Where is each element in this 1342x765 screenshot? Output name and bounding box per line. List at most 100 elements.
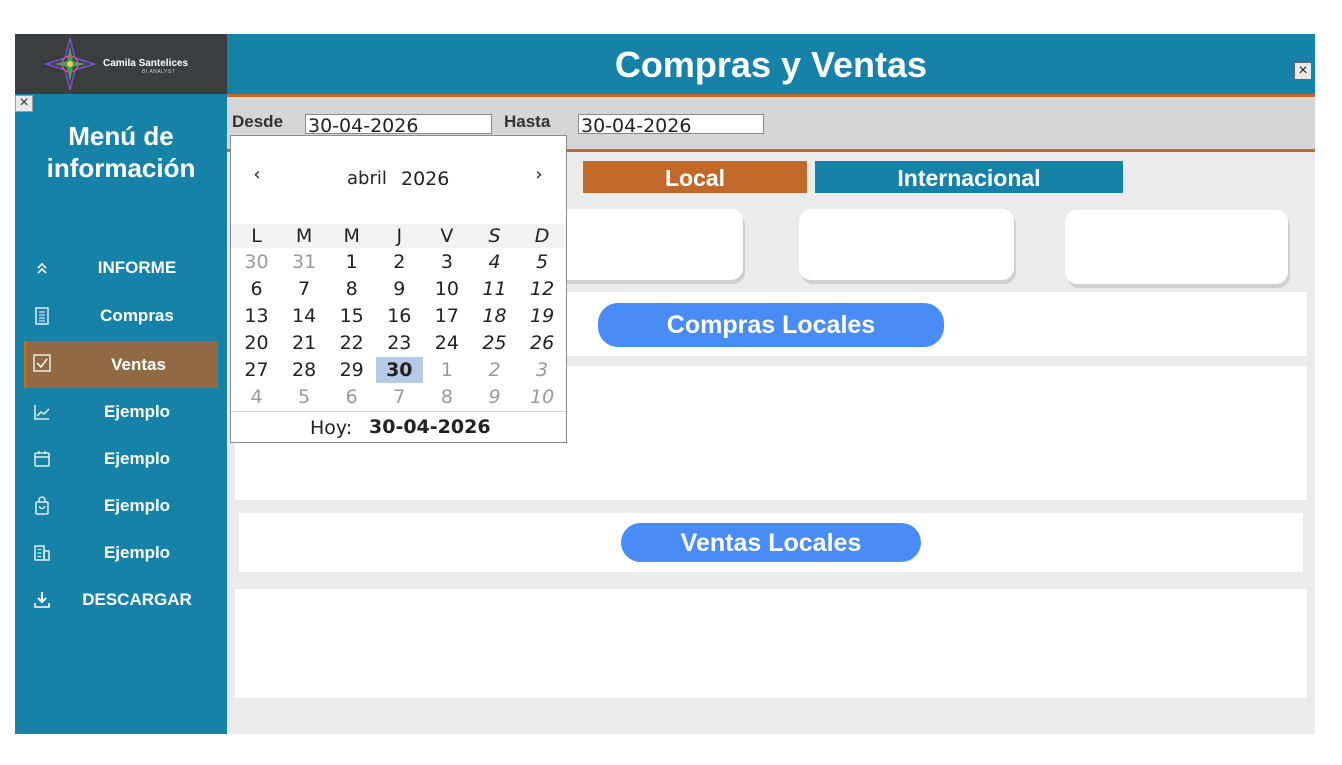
weekday-label: S bbox=[488, 225, 501, 247]
close-icon[interactable]: × bbox=[1294, 62, 1312, 80]
calendar-day[interactable]: 30 bbox=[233, 249, 280, 275]
calendar-day[interactable]: 22 bbox=[328, 330, 375, 356]
sidebar-item-informe[interactable]: INFORME bbox=[24, 246, 218, 290]
sales-panel bbox=[235, 589, 1307, 698]
calendar-day[interactable]: 16 bbox=[376, 303, 423, 329]
sidebar-item-label: INFORME bbox=[97, 258, 177, 277]
calendar-day[interactable]: 27 bbox=[233, 357, 280, 383]
prev-month-button[interactable]: ‹ bbox=[247, 164, 267, 185]
weekday-label: J bbox=[396, 225, 403, 247]
calendar-day[interactable]: 3 bbox=[519, 357, 566, 383]
building-icon bbox=[34, 545, 50, 561]
tab-internacional[interactable]: Internacional bbox=[815, 161, 1123, 193]
calendar-icon bbox=[34, 451, 50, 467]
calendar-day[interactable]: 2 bbox=[471, 357, 518, 383]
document-icon bbox=[35, 307, 49, 325]
calendar-day[interactable]: 20 bbox=[233, 330, 280, 356]
menu-title-line2: información bbox=[46, 153, 196, 183]
brand-name: Camila Santelices bbox=[103, 58, 189, 69]
calendar-day[interactable]: 6 bbox=[328, 384, 375, 410]
calendar-day[interactable]: 26 bbox=[519, 330, 566, 356]
menu-title: Menú de información bbox=[15, 120, 227, 184]
calendar-year[interactable]: 2026 bbox=[401, 168, 449, 190]
calendar-day[interactable]: 14 bbox=[281, 303, 328, 329]
calendar-month[interactable]: abril bbox=[347, 168, 387, 189]
calendar-day[interactable]: 9 bbox=[471, 384, 518, 410]
sidebar-item-label: Compras bbox=[100, 306, 174, 325]
chevrons-up-icon bbox=[37, 262, 47, 274]
sidebar-item-label: Ejemplo bbox=[103, 496, 171, 515]
calendar-day[interactable]: 13 bbox=[233, 303, 280, 329]
sidebar-item-label: DESCARGAR bbox=[82, 590, 192, 609]
kpi-card-2 bbox=[799, 209, 1014, 280]
sidebar-item-compras[interactable]: Compras bbox=[24, 294, 218, 338]
calendar-day[interactable]: 10 bbox=[519, 384, 566, 410]
calendar-day[interactable]: 9 bbox=[376, 276, 423, 302]
calendar-day[interactable]: 17 bbox=[423, 303, 470, 329]
page-title: Compras y Ventas bbox=[614, 44, 928, 85]
calendar-day[interactable]: 30 bbox=[375, 357, 423, 383]
sidebar-item-label: Ejemplo bbox=[103, 449, 171, 468]
calendar-day[interactable]: 21 bbox=[281, 330, 328, 356]
calendar-footer-divider bbox=[231, 411, 566, 412]
calendar-day[interactable]: 1 bbox=[328, 249, 375, 275]
calendar-day[interactable]: 28 bbox=[281, 357, 328, 383]
calendar-day[interactable]: 29 bbox=[328, 357, 375, 383]
next-month-button[interactable]: › bbox=[529, 164, 549, 185]
calendar-day[interactable]: 19 bbox=[519, 303, 566, 329]
to-date-label: Hasta bbox=[504, 112, 551, 131]
menu-title-line1: Menú de bbox=[68, 121, 174, 151]
line-chart-icon bbox=[34, 405, 50, 420]
weekday-label: D bbox=[534, 225, 550, 247]
weekday-label: L bbox=[251, 225, 262, 247]
calendar-day[interactable]: 10 bbox=[423, 276, 470, 302]
brand-subtitle: BI ANALYST bbox=[142, 69, 176, 75]
sidebar-item-ejemplo-building[interactable]: Ejemplo bbox=[24, 531, 218, 575]
sidebar-item-label: Ventas bbox=[111, 355, 166, 374]
tab-local[interactable]: Local bbox=[583, 161, 807, 193]
sidebar-item-label: Ejemplo bbox=[103, 402, 171, 421]
calendar-day[interactable]: 7 bbox=[281, 276, 328, 302]
sales-section-title: Ventas Locales bbox=[621, 523, 921, 562]
shopping-bag-icon bbox=[35, 496, 49, 515]
sidebar-item-descargar[interactable]: DESCARGAR bbox=[24, 578, 218, 622]
sidebar-item-label: Ejemplo bbox=[103, 543, 171, 562]
calendar-day[interactable]: 3 bbox=[423, 249, 470, 275]
calendar-day[interactable]: 5 bbox=[281, 384, 328, 410]
weekday-label: V bbox=[440, 225, 454, 247]
today-value[interactable]: 30-04-2026 bbox=[369, 416, 491, 438]
calendar-day[interactable]: 8 bbox=[328, 276, 375, 302]
calendar-day[interactable]: 25 bbox=[471, 330, 518, 356]
to-date-input[interactable]: 30-04-2026 bbox=[578, 114, 764, 137]
calendar-day[interactable]: 4 bbox=[233, 384, 280, 410]
sidebar-item-ejemplo-chart[interactable]: Ejemplo bbox=[24, 390, 218, 434]
from-date-input[interactable]: 30-04-2026 bbox=[305, 114, 492, 137]
calendar-day[interactable]: 18 bbox=[471, 303, 518, 329]
calendar-day[interactable]: 6 bbox=[233, 276, 280, 302]
calendar-day[interactable]: 23 bbox=[376, 330, 423, 356]
today-label: Hoy: bbox=[310, 417, 353, 439]
from-date-label: Desde bbox=[232, 112, 284, 131]
sidebar-close-icon[interactable]: × bbox=[15, 95, 33, 112]
calendar-day[interactable]: 15 bbox=[328, 303, 375, 329]
calendar-day[interactable]: 7 bbox=[376, 384, 423, 410]
download-icon bbox=[34, 592, 50, 608]
weekday-label: M bbox=[295, 225, 313, 247]
weekday-label: M bbox=[343, 225, 360, 247]
sidebar-item-ejemplo-bag[interactable]: Ejemplo bbox=[24, 484, 218, 528]
sidebar-item-ejemplo-calendar[interactable]: Ejemplo bbox=[24, 437, 218, 481]
calendar-day[interactable]: 2 bbox=[376, 249, 423, 275]
calendar-day[interactable]: 11 bbox=[471, 276, 518, 302]
calendar-day[interactable]: 5 bbox=[519, 249, 566, 275]
calendar-day[interactable]: 4 bbox=[471, 249, 518, 275]
calendar-day[interactable]: 24 bbox=[423, 330, 470, 356]
calendar-day[interactable]: 1 bbox=[423, 357, 470, 383]
calendar-weekday-header: LMMJVSD bbox=[231, 224, 566, 248]
checkbox-icon bbox=[33, 354, 51, 372]
calendar-day[interactable]: 12 bbox=[519, 276, 566, 302]
brand-logo-icon bbox=[43, 37, 97, 91]
date-picker: ‹ abril 2026 › LMMJVSD 30 31 1 2 3 4 5 6 7 8 9 10 11… bbox=[230, 135, 567, 443]
calendar-day[interactable]: 8 bbox=[423, 384, 470, 410]
sidebar-item-ventas[interactable]: Ventas bbox=[24, 341, 218, 388]
calendar-day[interactable]: 31 bbox=[281, 249, 328, 275]
